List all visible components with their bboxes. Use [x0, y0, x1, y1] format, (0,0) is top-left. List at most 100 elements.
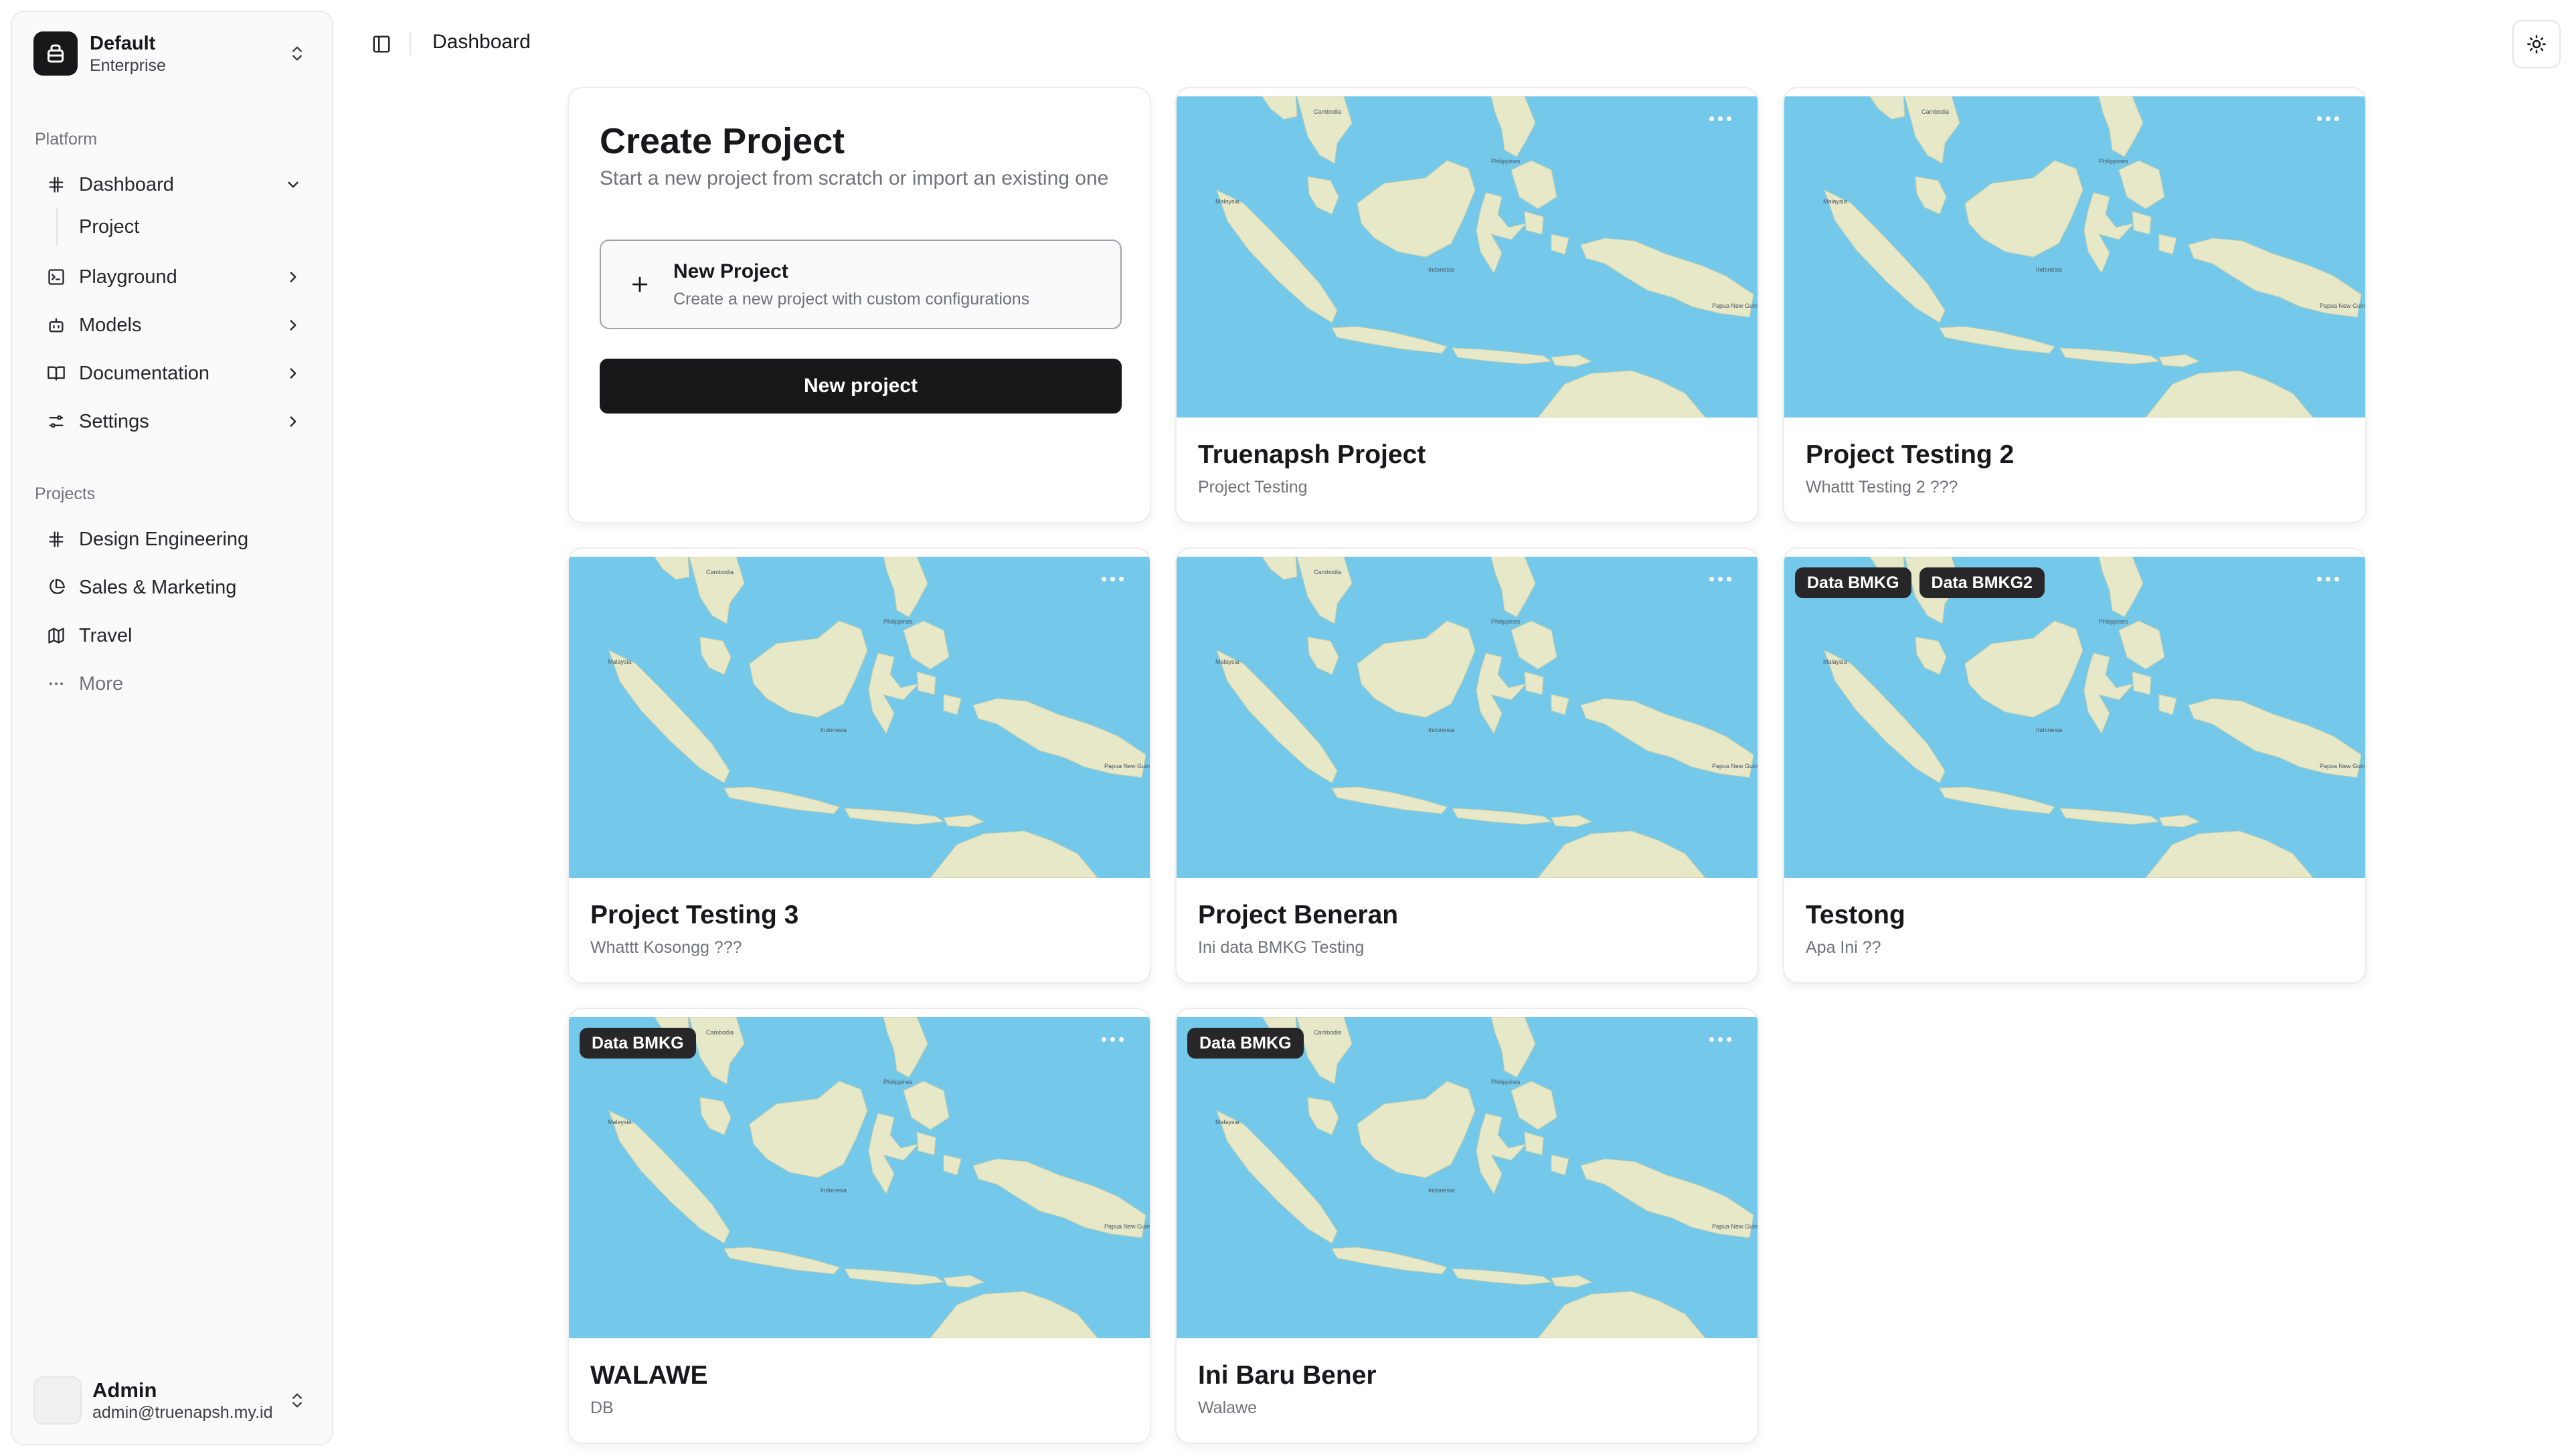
map-label: Papua New Guinea — [2320, 763, 2367, 769]
sidebar-toggle-button[interactable] — [367, 29, 396, 59]
terminal-icon — [46, 266, 67, 288]
map-label: Cambodia — [1314, 108, 1341, 115]
data-badge: Data BMKG — [580, 1028, 696, 1059]
project-title: Project Testing 3 — [590, 901, 799, 929]
theme-toggle-button[interactable] — [2512, 20, 2561, 68]
map-thumbnail: Cambodia Philippines Malaysia Indonesia … — [1177, 96, 1759, 418]
panel-left-icon — [373, 35, 390, 53]
sidebar-item-label: Playground — [79, 266, 177, 288]
sidebar-item-design-engineering[interactable]: Design Engineering — [24, 518, 323, 561]
map-label: Cambodia — [1921, 108, 1949, 115]
sidebar-item-label: Design Engineering — [79, 528, 249, 550]
map-label: Papua New Guinea — [1712, 1223, 1759, 1230]
project-card[interactable]: Cambodia Philippines Malaysia Indonesia … — [1783, 547, 2367, 984]
map-label: Philippines — [1491, 618, 1521, 625]
sidebar-subitem-project[interactable]: Project — [67, 207, 321, 246]
chevrons-up-down-icon — [284, 40, 311, 67]
project-card[interactable]: Cambodia Philippines Malaysia Indonesia … — [568, 1008, 1151, 1444]
project-subtitle: Project Testing — [1198, 478, 1308, 496]
sidebar-item-label: Sales & Marketing — [79, 576, 237, 598]
map-label: Cambodia — [706, 569, 734, 575]
map-label: Indonesia — [1428, 1187, 1454, 1194]
team-switcher[interactable]: Default Enterprise — [24, 27, 323, 80]
sidebar-item-models[interactable]: Models — [24, 304, 323, 347]
sidebar-item-documentation[interactable]: Documentation — [24, 352, 323, 395]
map-label: Philippines — [2099, 618, 2128, 625]
map-label: Malaysia — [1823, 198, 1847, 205]
map-label: Cambodia — [1314, 1029, 1341, 1036]
map-label: Indonesia — [1428, 727, 1454, 733]
map-label: Malaysia — [1823, 658, 1847, 665]
project-title: Ini Baru Bener — [1198, 1361, 1377, 1390]
sidebar: Default Enterprise Platform Dashboard Pr… — [11, 11, 333, 1445]
create-subtitle: Start a new project from scratch or impo… — [600, 167, 1109, 189]
more-options-button[interactable] — [1095, 569, 1130, 589]
map-label: Cambodia — [1314, 569, 1341, 575]
map-label: Malaysia — [1215, 198, 1239, 205]
user-menu[interactable]: Admin admin@truenapsh.my.id — [24, 1370, 323, 1431]
book-icon — [46, 363, 67, 384]
more-options-button[interactable] — [1703, 108, 1737, 128]
new-project-button[interactable]: New project — [600, 359, 1122, 414]
indonesia-map: Cambodia Philippines Malaysia Indonesia … — [569, 557, 1151, 878]
map-label: Indonesia — [821, 1187, 847, 1194]
sidebar-item-settings[interactable]: Settings — [24, 400, 323, 443]
more-options-button[interactable] — [2310, 569, 2345, 589]
map-label: Indonesia — [1428, 266, 1454, 273]
avatar — [33, 1376, 82, 1425]
data-badge: Data BMKG — [1795, 567, 1911, 598]
team-name: Default — [90, 33, 156, 54]
sidebar-item-label: Models — [79, 314, 142, 336]
sidebar-item-playground[interactable]: Playground — [24, 256, 323, 298]
project-card[interactable]: Cambodia Philippines Malaysia Indonesia … — [568, 547, 1151, 984]
settings-icon — [46, 411, 67, 432]
new-project-option[interactable]: New Project Create a new project with cu… — [600, 240, 1122, 329]
map-label: Papua New Guinea — [1104, 763, 1151, 769]
badge-list: Data BMKG — [1187, 1028, 1304, 1059]
platform-label: Platform — [35, 130, 98, 149]
more-options-button[interactable] — [1703, 569, 1737, 589]
badge-list: Data BMKG Data BMKG2 — [1795, 567, 2045, 598]
sidebar-item-more[interactable]: More — [24, 662, 323, 705]
sidebar-item-label: Documentation — [79, 362, 210, 384]
more-options-button[interactable] — [1703, 1029, 1737, 1049]
sidebar-item-label: Travel — [79, 624, 133, 646]
project-title: Truenapsh Project — [1198, 440, 1426, 469]
sidebar-item-dashboard[interactable]: Dashboard — [24, 163, 323, 206]
indonesia-map: Cambodia Philippines Malaysia Indonesia … — [569, 1017, 1150, 1338]
bot-icon — [46, 314, 67, 336]
sidebar-item-label: More — [79, 672, 124, 695]
project-subtitle: Walawe — [1198, 1398, 1257, 1417]
project-subtitle: Apa Ini ?? — [1806, 938, 1881, 957]
option-title: New Project — [673, 260, 788, 282]
map-label: Indonesia — [2036, 266, 2062, 273]
map-label: Papua New Guinea — [1712, 302, 1759, 309]
sidebar-item-label: Dashboard — [79, 173, 174, 195]
map-label: Papua New Guinea — [1712, 763, 1759, 769]
map-label: Malaysia — [1215, 658, 1239, 665]
user-email: admin@truenapsh.my.id — [92, 1403, 273, 1422]
project-card[interactable]: Cambodia Philippines Malaysia Indonesia … — [1175, 87, 1759, 523]
project-title: Project Beneran — [1198, 901, 1399, 929]
project-card[interactable]: Cambodia Philippines Malaysia Indonesia … — [1783, 87, 2367, 523]
map-label: Malaysia — [608, 658, 632, 665]
map-label: Cambodia — [706, 1029, 734, 1036]
project-subtitle: Whattt Testing 2 ??? — [1806, 478, 1958, 496]
map-thumbnail: Cambodia Philippines Malaysia Indonesia … — [1784, 557, 2367, 878]
create-title: Create Project — [600, 121, 845, 161]
more-options-button[interactable] — [1095, 1029, 1130, 1049]
submenu-line — [56, 207, 58, 246]
breadcrumb[interactable]: Dashboard — [432, 31, 531, 54]
plus-icon — [626, 271, 653, 298]
chevrons-up-down-icon — [284, 1387, 311, 1414]
sidebar-item-sales-marketing[interactable]: Sales & Marketing — [24, 566, 323, 609]
indonesia-map: Cambodia Philippines Malaysia Indonesia … — [1177, 1017, 1759, 1338]
chevron-right-icon — [282, 314, 304, 336]
project-card[interactable]: Cambodia Philippines Malaysia Indonesia … — [1175, 1008, 1759, 1444]
project-card[interactable]: Cambodia Philippines Malaysia Indonesia … — [1175, 547, 1759, 984]
data-badge: Data BMKG — [1187, 1028, 1304, 1059]
more-options-button[interactable] — [2310, 108, 2345, 128]
indonesia-map: Cambodia Philippines Malaysia Indonesia … — [1177, 557, 1759, 878]
map-label: Malaysia — [608, 1119, 632, 1125]
sidebar-item-travel[interactable]: Travel — [24, 614, 323, 657]
